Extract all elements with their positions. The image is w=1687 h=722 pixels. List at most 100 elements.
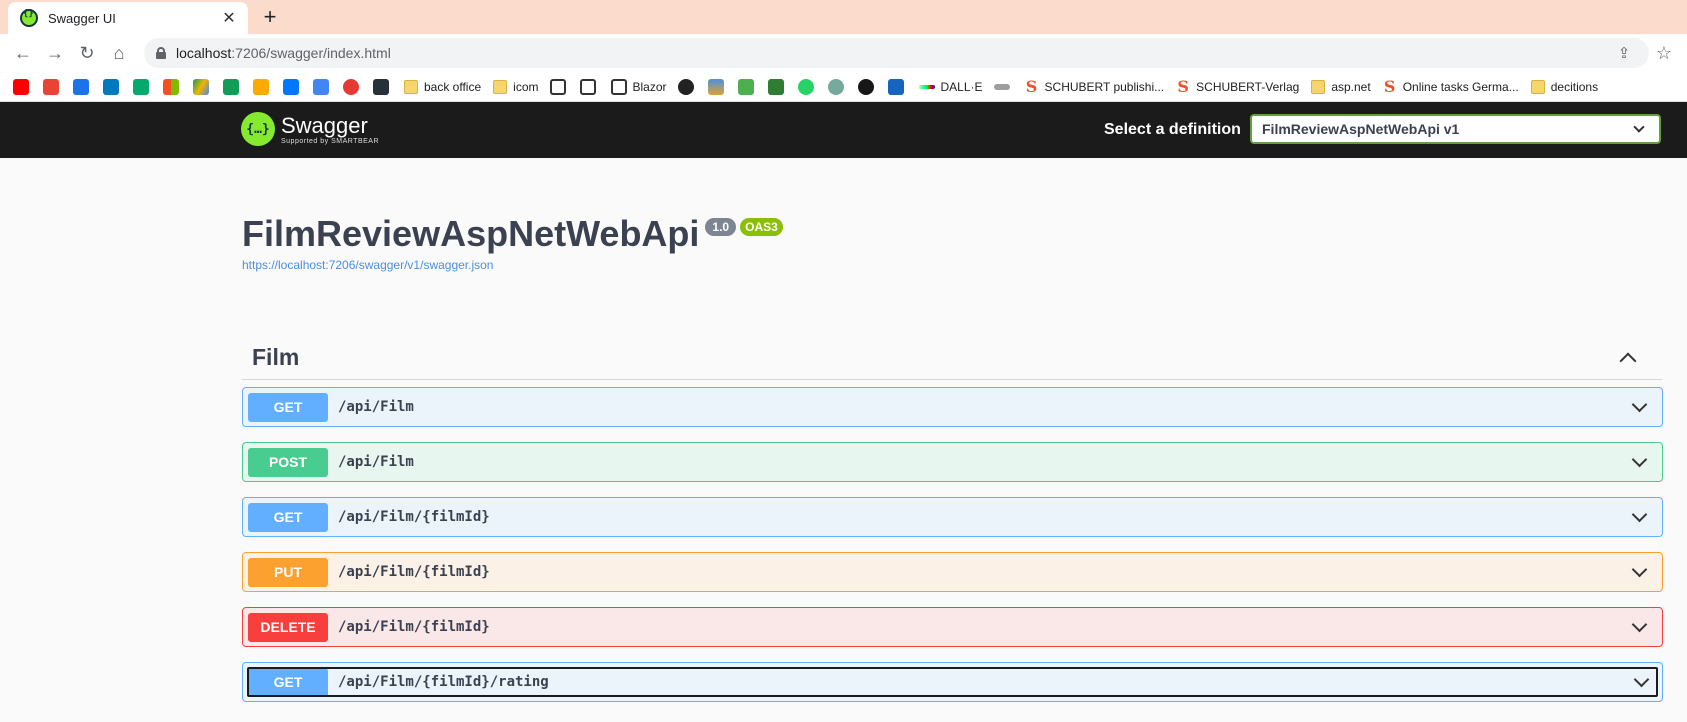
version-badge: 1.0 (705, 218, 737, 236)
openai-icon[interactable] (827, 78, 844, 95)
folder-icon (1311, 79, 1326, 94)
forward-arrow-icon[interactable]: → (40, 38, 70, 68)
method-badge: GET (248, 667, 328, 697)
operation-get-film-rating[interactable]: GET /api/Film/{filmId}/rating (242, 662, 1663, 702)
tab-title: Swagger UI (48, 10, 116, 26)
schubert-icon: S (1383, 76, 1396, 96)
tag-name: Film (252, 344, 300, 370)
operation-path: /api/Film (338, 399, 414, 415)
app-icon[interactable] (887, 78, 904, 95)
address-bar[interactable]: localhost:7206/swagger/index.html ⇪ (144, 38, 1649, 68)
sheets-icon[interactable] (223, 78, 239, 95)
method-badge: DELETE (248, 612, 328, 642)
folder-icon (404, 79, 418, 94)
ab-icon[interactable] (343, 78, 359, 95)
lock-icon[interactable] (156, 47, 166, 59)
operation-post-film[interactable]: POST /api/Film (242, 442, 1663, 482)
folder-icon (493, 79, 508, 94)
medium-icon[interactable] (549, 78, 566, 95)
operation-path: /api/Film/{filmId} (338, 619, 490, 635)
google-drive-icon[interactable] (193, 78, 209, 95)
oas-badge: OAS3 (740, 218, 783, 236)
definition-value: FilmReviewAspNetWebApi v1 (1262, 121, 1460, 137)
close-tab-icon[interactable]: ✕ (220, 8, 238, 28)
bookmark-back-office[interactable]: back office (400, 79, 481, 94)
bookmark-schubert-publishing[interactable]: S SCHUBERT publishi... (1021, 76, 1164, 96)
bookmark-blazor[interactable]: Blazor (607, 78, 667, 95)
schubert-icon: S (1177, 76, 1189, 96)
definition-label: Select a definition (1104, 121, 1241, 138)
home-icon[interactable]: ⌂ (104, 38, 134, 68)
method-badge: GET (248, 392, 328, 422)
chart-icon[interactable] (993, 83, 1010, 90)
chevron-down-icon[interactable] (1631, 396, 1648, 412)
mail-at-icon[interactable] (73, 78, 89, 95)
bookmark-dalle[interactable]: DALL·E (915, 80, 983, 94)
youtube-icon[interactable] (13, 78, 29, 95)
operation-path: /api/Film/{filmId} (338, 564, 490, 580)
method-badge: GET (248, 502, 328, 532)
translate-icon[interactable] (313, 78, 329, 95)
bookmark-star-icon[interactable]: ☆ (1649, 43, 1679, 64)
chevron-down-icon[interactable] (1631, 506, 1648, 522)
chevron-down-icon[interactable] (1631, 561, 1648, 577)
dalle-icon (918, 84, 935, 89)
trello-icon[interactable] (103, 78, 119, 95)
share-icon[interactable]: ⇪ (1611, 44, 1637, 62)
tag-film-header[interactable]: Film (242, 336, 1662, 380)
medium-icon (610, 78, 627, 95)
swagger-logo[interactable]: {…} Swagger Supported by SMARTBEAR (241, 112, 379, 146)
bookmark-schubert-verlag[interactable]: S SCHUBERT-Verlag (1172, 76, 1299, 96)
url-path: :7206/swagger/index.html (231, 45, 391, 61)
reload-icon[interactable]: ↻ (72, 38, 102, 68)
operation-path: /api/Film/{filmId}/rating (338, 674, 549, 690)
medium-icon[interactable] (579, 78, 596, 95)
vk-icon[interactable] (283, 78, 299, 95)
schubert-icon: S (1025, 76, 1038, 96)
url-host: localhost (176, 45, 232, 61)
definition-select[interactable]: FilmReviewAspNetWebApi v1 (1250, 114, 1661, 144)
swagger-topbar: {…} Swagger Supported by SMARTBEAR Selec… (0, 102, 1687, 158)
operation-path: /api/Film (338, 454, 414, 470)
globe-icon[interactable] (677, 78, 694, 95)
download-box-icon[interactable] (767, 78, 784, 95)
operation-get-film-by-id[interactable]: GET /api/Film/{filmId} (242, 497, 1663, 537)
logo-text: Swagger (281, 112, 368, 138)
whatsapp-icon[interactable] (797, 78, 814, 95)
chevron-up-icon[interactable] (1619, 352, 1637, 369)
download-icon[interactable] (737, 78, 754, 95)
image-icon[interactable] (707, 78, 724, 95)
w3schools-icon[interactable] (133, 78, 149, 95)
bookmark-online-tasks[interactable]: S Online tasks Germa... (1379, 76, 1519, 96)
swagger-logo-icon: {…} (241, 112, 275, 146)
bookmark-asp-net[interactable]: asp.net (1307, 79, 1371, 94)
back-arrow-icon[interactable]: ← (8, 38, 38, 68)
operation-path: /api/Film/{filmId} (338, 509, 490, 525)
gmail-icon[interactable] (43, 78, 59, 95)
api-info: FilmReviewAspNetWebApi 1.0 OAS3 https://… (242, 214, 783, 272)
bookmark-decitions[interactable]: decitions (1527, 79, 1598, 94)
operation-put-film[interactable]: PUT /api/Film/{filmId} (242, 552, 1663, 592)
microsoft-icon[interactable] (163, 78, 179, 95)
spec-url-link[interactable]: https://localhost:7206/swagger/v1/swagge… (242, 258, 783, 272)
github-icon[interactable] (857, 78, 874, 95)
chevron-down-icon (1633, 121, 1645, 133)
new-tab-button[interactable]: + (258, 4, 282, 30)
browser-tab[interactable]: Swagger UI ✕ (8, 2, 248, 34)
logo-subtext: Supported by SMARTBEAR (281, 137, 380, 145)
chevron-down-icon[interactable] (1633, 671, 1650, 687)
bookmark-icom[interactable]: icom (489, 79, 539, 94)
chevron-down-icon[interactable] (1631, 451, 1648, 467)
operation-get-film[interactable]: GET /api/Film (242, 387, 1663, 427)
hex-icon[interactable] (373, 78, 389, 95)
operation-delete-film[interactable]: DELETE /api/Film/{filmId} (242, 607, 1663, 647)
method-badge: POST (248, 447, 328, 477)
api-title: FilmReviewAspNetWebApi (242, 213, 700, 254)
swagger-favicon-icon (20, 9, 38, 27)
browser-toolbar: ← → ↻ ⌂ localhost:7206/swagger/index.htm… (0, 34, 1687, 72)
folder-icon (1530, 79, 1545, 94)
co-icon[interactable] (253, 78, 269, 95)
chevron-down-icon[interactable] (1631, 616, 1648, 632)
method-badge: PUT (248, 557, 328, 587)
browser-tab-strip: Swagger UI ✕ + (0, 0, 1687, 34)
